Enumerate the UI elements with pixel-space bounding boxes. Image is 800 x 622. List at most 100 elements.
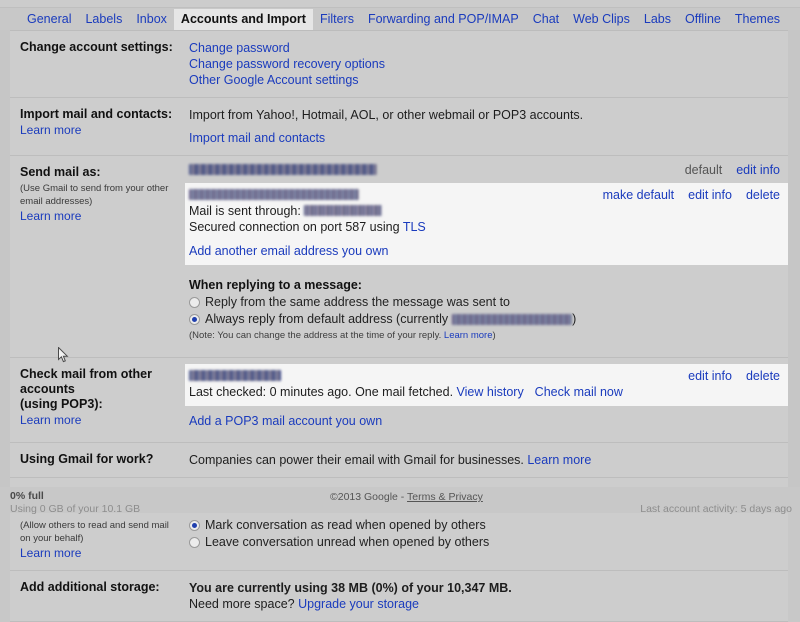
grant-option-label: Leave conversation unread when opened by… bbox=[205, 535, 490, 549]
section-send-mail-as: Send mail as: (Use Gmail to send from yo… bbox=[10, 156, 788, 358]
tab-forwarding-and-pop-imap[interactable]: Forwarding and POP/IMAP bbox=[361, 9, 526, 30]
reply-heading: When replying to a message: bbox=[189, 278, 362, 292]
gmail-for-work-description: Companies can power their email with Gma… bbox=[189, 453, 524, 467]
make-default-link[interactable]: make default bbox=[603, 187, 675, 203]
mail-sent-through: Mail is sent through: bbox=[189, 203, 780, 219]
tab-filters[interactable]: Filters bbox=[313, 9, 361, 30]
last-account-activity: Last account activity: 5 days ago bbox=[640, 503, 792, 515]
section-label: Send mail as: (Use Gmail to send from yo… bbox=[10, 156, 185, 357]
storage-usage-text: You are currently using 38 MB (0%) of yo… bbox=[189, 581, 512, 595]
secured-connection: Secured connection on port 587 using TLS bbox=[189, 219, 780, 235]
reply-option-same-address[interactable]: Reply from the same address the message … bbox=[189, 294, 788, 311]
default-badge: default bbox=[684, 163, 723, 177]
section-label: Using Gmail for work? bbox=[10, 443, 185, 477]
section-title-2: (using POP3): bbox=[20, 397, 103, 411]
section-label: Import mail and contacts: Learn more bbox=[10, 98, 185, 155]
other-google-account-settings-link[interactable]: Other Google Account settings bbox=[189, 72, 782, 88]
gmail-for-work-text: Companies can power their email with Gma… bbox=[189, 452, 782, 468]
change-password-link[interactable]: Change password bbox=[189, 40, 782, 56]
tab-general[interactable]: General bbox=[20, 9, 78, 30]
section-value: You are currently using 38 MB (0%) of yo… bbox=[185, 571, 788, 621]
section-value: Companies can power their email with Gma… bbox=[185, 443, 788, 477]
need-more-space-text: Need more space? bbox=[189, 597, 295, 611]
section-note: (Allow others to read and send mail on y… bbox=[20, 520, 169, 544]
check-mail-now-link[interactable]: Check mail now bbox=[535, 385, 623, 399]
tab-offline[interactable]: Offline bbox=[678, 9, 728, 30]
send-as-row-secondary: make default edit info delete bbox=[189, 187, 780, 203]
learn-more-link[interactable]: Learn more bbox=[527, 453, 591, 467]
section-title: Change account settings: bbox=[20, 40, 173, 54]
tab-web-clips[interactable]: Web Clips bbox=[566, 9, 637, 30]
delete-link[interactable]: delete bbox=[746, 187, 780, 203]
grant-option-mark-read[interactable]: Mark conversation as read when opened by… bbox=[189, 517, 782, 534]
edit-info-link[interactable]: edit info bbox=[688, 187, 732, 203]
learn-more-link[interactable]: Learn more bbox=[20, 123, 81, 138]
learn-more-link[interactable]: Learn more bbox=[20, 546, 81, 561]
grant-option-leave-unread[interactable]: Leave conversation unread when opened by… bbox=[189, 534, 782, 551]
import-description: Import from Yahoo!, Hotmail, AOL, or oth… bbox=[189, 108, 584, 122]
tab-inbox[interactable]: Inbox bbox=[129, 9, 174, 30]
radio-icon[interactable] bbox=[189, 537, 200, 548]
storage-usage-detail: Using 0 GB of your 10.1 GB bbox=[10, 503, 141, 515]
redacted-email-address bbox=[189, 370, 281, 381]
section-label: Check mail from other accounts (using PO… bbox=[10, 358, 185, 442]
add-pop3-account-link[interactable]: Add a POP3 mail account you own bbox=[185, 413, 788, 429]
section-label: Add additional storage: bbox=[10, 571, 185, 621]
upgrade-storage-link[interactable]: Upgrade your storage bbox=[298, 597, 419, 611]
radio-icon[interactable] bbox=[189, 520, 200, 531]
section-value: edit info delete Last checked: 0 minutes… bbox=[185, 358, 788, 442]
section-import-mail-contacts: Import mail and contacts: Learn more Imp… bbox=[10, 98, 788, 156]
settings-content-frame: Change account settings: Change password… bbox=[10, 30, 788, 622]
tls-link[interactable]: TLS bbox=[403, 220, 426, 234]
settings-page: General Labels Inbox Accounts and Import Fil… bbox=[0, 0, 800, 622]
section-value: default edit info make default edit info bbox=[185, 156, 788, 357]
page-footer: 0% full Using 0 GB of your 10.1 GB ©2013… bbox=[0, 487, 800, 515]
learn-more-link[interactable]: Learn more bbox=[20, 413, 81, 428]
pop3-status-text: Last checked: 0 minutes ago. One mail fe… bbox=[189, 385, 454, 399]
radio-icon[interactable] bbox=[189, 314, 200, 325]
pop3-address bbox=[189, 368, 674, 384]
tab-themes[interactable]: Themes bbox=[728, 9, 787, 30]
reply-note-text: (Note: You can change the address at the… bbox=[189, 330, 442, 341]
section-check-mail-pop3: Check mail from other accounts (using PO… bbox=[10, 358, 788, 443]
edit-info-link[interactable]: edit info bbox=[736, 162, 780, 178]
add-another-email-address-link[interactable]: Add another email address you own bbox=[189, 243, 780, 259]
send-as-row-default: default edit info bbox=[185, 162, 788, 178]
section-title: Check mail from other accounts bbox=[20, 367, 152, 396]
edit-info-link[interactable]: edit info bbox=[688, 368, 732, 384]
section-label: Change account settings: bbox=[10, 31, 185, 97]
redacted-email-address bbox=[189, 189, 359, 200]
send-as-actions: make default edit info delete bbox=[589, 187, 780, 203]
terms-privacy-link[interactable]: Terms & Privacy bbox=[407, 491, 483, 503]
pop3-status-line: Last checked: 0 minutes ago. One mail fe… bbox=[189, 384, 780, 400]
change-password-recovery-link[interactable]: Change password recovery options bbox=[189, 56, 782, 72]
radio-icon[interactable] bbox=[189, 297, 200, 308]
tab-labels[interactable]: Labels bbox=[78, 9, 129, 30]
copyright-text: ©2013 Google - bbox=[330, 491, 405, 503]
section-note: (Use Gmail to send from your other email… bbox=[20, 183, 169, 207]
redacted-email-address bbox=[189, 164, 377, 175]
redacted-default-address bbox=[452, 314, 573, 325]
top-strip bbox=[0, 0, 800, 8]
reply-option-default-address[interactable]: Always reply from default address (curre… bbox=[189, 311, 788, 328]
section-title: Add additional storage: bbox=[20, 580, 160, 594]
tab-chat[interactable]: Chat bbox=[526, 9, 566, 30]
tab-labs[interactable]: Labs bbox=[637, 9, 678, 30]
send-as-address bbox=[189, 187, 589, 203]
reply-note: (Note: You can change the address at the… bbox=[189, 329, 788, 342]
copyright-line: ©2013 Google - Terms & Privacy bbox=[330, 491, 483, 503]
learn-more-link[interactable]: Learn more bbox=[20, 209, 81, 224]
tab-accounts-and-import[interactable]: Accounts and Import bbox=[173, 9, 313, 30]
settings-tab-bar: General Labels Inbox Accounts and Import Fil… bbox=[0, 8, 800, 30]
pop3-panel: edit info delete Last checked: 0 minutes… bbox=[185, 364, 788, 406]
learn-more-link[interactable]: Learn more bbox=[444, 330, 493, 341]
view-history-link[interactable]: View history bbox=[457, 385, 524, 399]
storage-upgrade-line: Need more space? Upgrade your storage bbox=[189, 596, 782, 612]
section-title: Import mail and contacts: bbox=[20, 107, 173, 121]
redacted-smtp-host bbox=[304, 205, 383, 216]
section-title: Using Gmail for work? bbox=[20, 452, 154, 466]
pop3-actions: edit info delete bbox=[674, 368, 780, 384]
section-value: Import from Yahoo!, Hotmail, AOL, or oth… bbox=[185, 98, 788, 155]
delete-link[interactable]: delete bbox=[746, 368, 780, 384]
import-mail-and-contacts-link[interactable]: Import mail and contacts bbox=[189, 130, 782, 146]
